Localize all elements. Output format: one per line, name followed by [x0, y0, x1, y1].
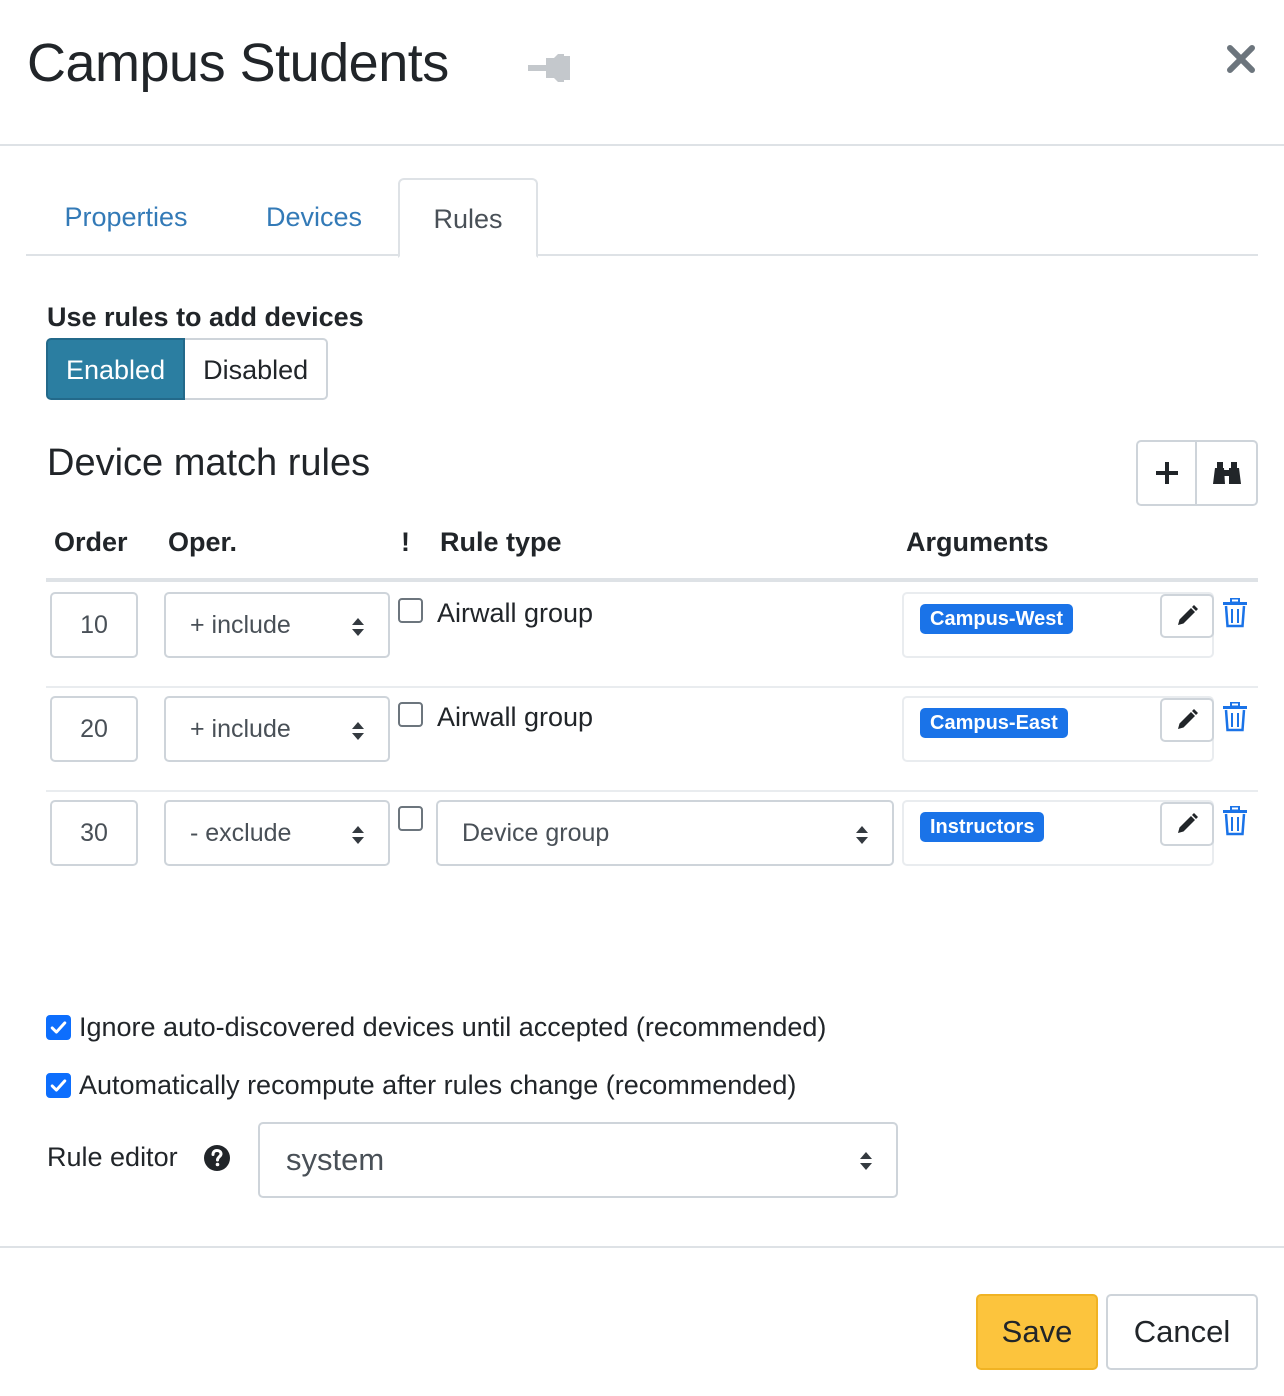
edit-argument-button[interactable] — [1160, 698, 1214, 742]
negate-checkbox[interactable] — [398, 806, 423, 831]
order-input[interactable]: 10 — [50, 592, 138, 658]
rule-editor-value: system — [286, 1142, 385, 1177]
question-circle-icon[interactable] — [203, 1144, 231, 1172]
oper-select[interactable]: - exclude — [164, 800, 390, 866]
ignore-auto-discovered-option: Ignore auto-discovered devices until acc… — [46, 1012, 826, 1043]
pencil-icon — [1175, 708, 1199, 732]
footer-divider — [0, 1246, 1284, 1248]
order-input[interactable]: 20 — [50, 696, 138, 762]
rules-toggle-group: Enabled Disabled — [46, 338, 329, 400]
oper-select[interactable]: + include — [164, 696, 390, 762]
add-rule-button[interactable] — [1136, 440, 1197, 506]
select-caret-icon — [858, 1150, 874, 1172]
negate-checkbox[interactable] — [398, 598, 423, 623]
rule-type-select[interactable]: Device group — [436, 800, 894, 866]
rule-type-select-value: Device group — [462, 819, 610, 847]
trash-icon[interactable] — [1222, 806, 1248, 836]
auto-recompute-option: Automatically recompute after rules chan… — [46, 1070, 796, 1101]
modal-header: Campus Students — [0, 0, 1284, 146]
edit-argument-button[interactable] — [1160, 594, 1214, 638]
tab-bar: Properties Devices Rules — [26, 178, 1258, 258]
preview-matches-button[interactable] — [1197, 440, 1258, 506]
tab-properties[interactable]: Properties — [52, 178, 200, 256]
cancel-button[interactable]: Cancel — [1106, 1294, 1258, 1370]
checkmark-icon — [48, 1075, 69, 1096]
rule-editor-select[interactable]: system — [258, 1122, 898, 1198]
col-order-header: Order — [54, 527, 128, 557]
tab-rules[interactable]: Rules — [398, 178, 538, 258]
binoculars-icon — [1212, 462, 1241, 484]
select-caret-icon — [854, 824, 870, 846]
pin-icon[interactable] — [526, 50, 574, 86]
checkmark-icon — [48, 1017, 69, 1038]
disabled-button[interactable]: Disabled — [185, 338, 329, 400]
table-header-divider — [46, 578, 1258, 582]
ignore-auto-discovered-label: Ignore auto-discovered devices until acc… — [79, 1012, 827, 1042]
col-arguments-header: Arguments — [906, 527, 1049, 557]
rule-editor-label: Rule editor — [47, 1142, 178, 1172]
rule-type-text: Airwall group — [437, 702, 594, 732]
pencil-icon — [1175, 812, 1199, 836]
negate-checkbox[interactable] — [398, 702, 423, 727]
modal-title: Campus Students — [27, 33, 449, 93]
col-negate-header: ! — [401, 527, 410, 557]
row-divider — [46, 686, 1258, 688]
argument-badge: Instructors — [920, 812, 1045, 842]
row-divider — [46, 790, 1258, 792]
select-caret-icon — [350, 720, 366, 742]
trash-icon[interactable] — [1222, 598, 1248, 628]
col-rule-type-header: Rule type — [440, 527, 562, 557]
argument-badge: Campus-West — [920, 604, 1073, 634]
edit-argument-button[interactable] — [1160, 802, 1214, 846]
select-caret-icon — [350, 616, 366, 638]
plus-icon — [1155, 462, 1178, 484]
device-match-rules-heading: Device match rules — [47, 442, 371, 484]
select-caret-icon — [350, 824, 366, 846]
ignore-auto-discovered-checkbox[interactable] — [46, 1015, 71, 1040]
oper-select-value: + include — [190, 715, 291, 743]
oper-select[interactable]: + include — [164, 592, 390, 658]
close-icon[interactable] — [1222, 40, 1260, 78]
oper-select-value: + include — [190, 611, 291, 639]
order-input[interactable]: 30 — [50, 800, 138, 866]
col-oper-header: Oper. — [168, 527, 238, 557]
tab-devices[interactable]: Devices — [248, 178, 380, 256]
enabled-button[interactable]: Enabled — [46, 338, 186, 400]
oper-select-value: - exclude — [190, 819, 292, 847]
auto-recompute-label: Automatically recompute after rules chan… — [79, 1070, 797, 1100]
auto-recompute-checkbox[interactable] — [46, 1073, 71, 1098]
trash-icon[interactable] — [1222, 702, 1248, 732]
pencil-icon — [1175, 604, 1199, 628]
rules-toolbar — [1136, 440, 1258, 506]
use-rules-label: Use rules to add devices — [47, 302, 364, 332]
argument-badge: Campus-East — [920, 708, 1068, 738]
rule-type-text: Airwall group — [437, 598, 594, 628]
save-button[interactable]: Save — [976, 1294, 1098, 1370]
